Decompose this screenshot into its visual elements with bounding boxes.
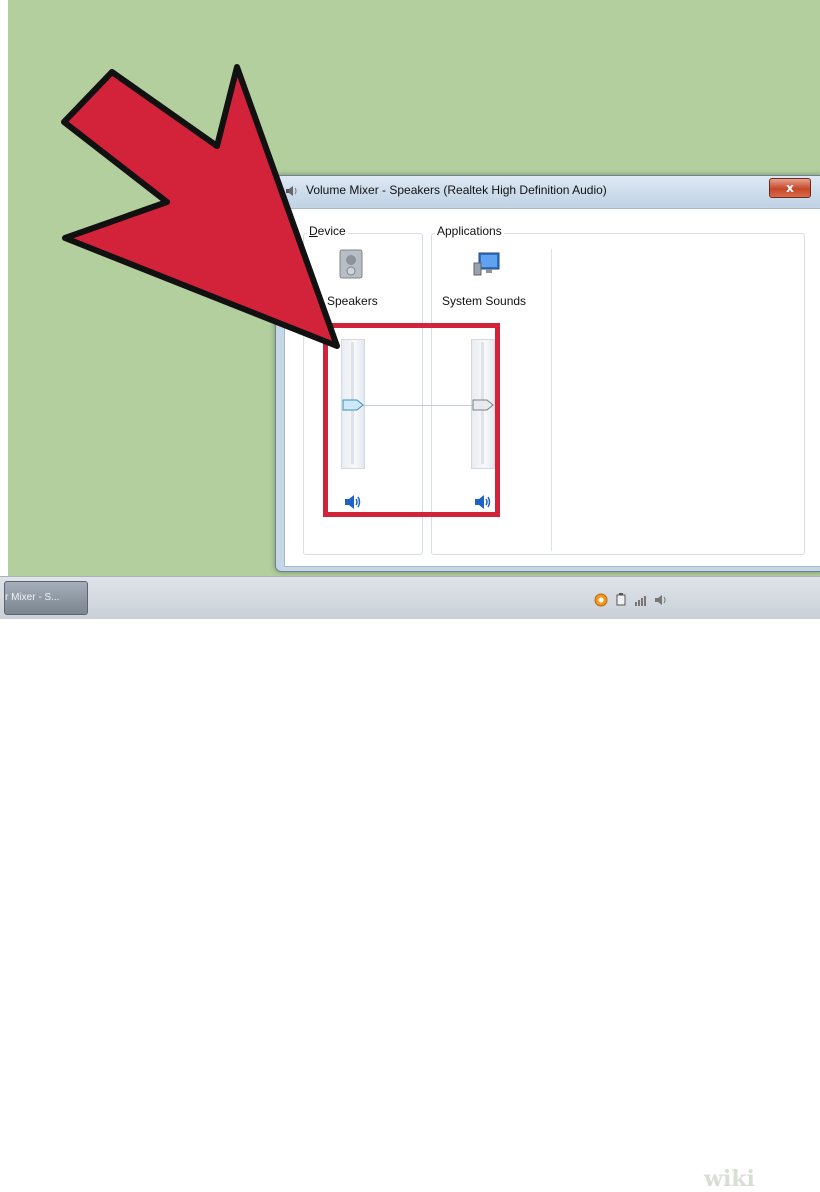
wikihow-watermark: wikiHow [704, 1166, 810, 1192]
red-arrow-pointer [61, 64, 340, 349]
